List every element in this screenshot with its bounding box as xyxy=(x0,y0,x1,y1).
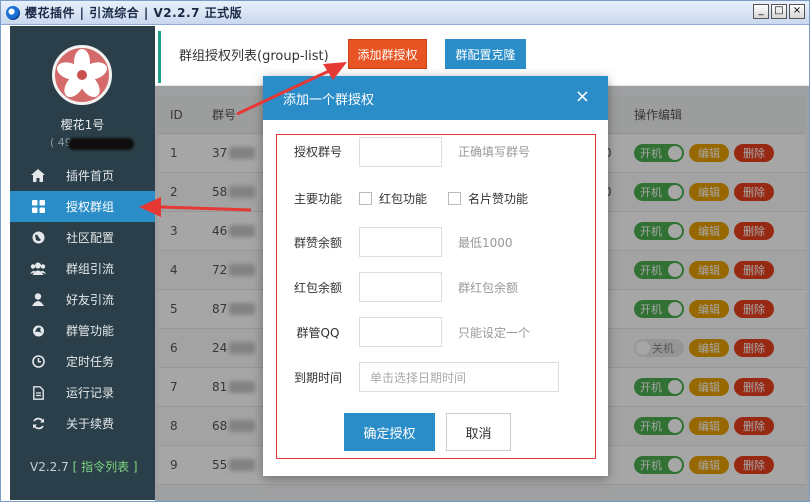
header-accent-bar xyxy=(158,31,161,83)
group-icon xyxy=(30,261,46,277)
expire-datetime-input[interactable]: 单击选择日期时间 xyxy=(359,362,559,392)
minimize-button[interactable]: _ xyxy=(753,4,769,19)
fire-icon xyxy=(30,323,46,339)
close-button[interactable]: × xyxy=(789,4,805,19)
sidebar-item-label: 授权群组 xyxy=(66,200,115,214)
dialog-header: 添加一个群授权 × xyxy=(263,76,608,120)
form-row-expire: 到期时间 单击选择日期时间 xyxy=(277,362,595,392)
user-icon xyxy=(30,292,46,308)
refresh-icon xyxy=(30,416,46,432)
cancel-button[interactable]: 取消 xyxy=(446,413,511,451)
window-controls: _ □ × xyxy=(753,4,805,19)
sidebar-item-home[interactable]: 插件首页 xyxy=(10,160,155,191)
add-group-auth-dialog: 添加一个群授权 × 授权群号 正确填写群号 主要功能 红包功能 名片赞功能 群赞… xyxy=(263,76,608,476)
app-logo-icon xyxy=(6,5,20,20)
sidebar: 樱花1号 ( 49 插件首页 授权群组 社区配置 群组引流 好友引流 群管功能 … xyxy=(10,26,155,500)
form-row-group: 授权群号 正确填写群号 xyxy=(277,135,595,168)
page-title: 群组授权列表(group-list) xyxy=(179,49,329,64)
home-icon xyxy=(30,168,46,184)
version-text: V2.2.7 xyxy=(30,460,69,474)
dialog-form: 授权群号 正确填写群号 主要功能 红包功能 名片赞功能 群赞余额 最低1000 … xyxy=(276,134,596,459)
title-bar: 樱花插件 | 引流综合 | V2.2.7 正式版 _ □ × xyxy=(1,1,809,25)
form-row-admin-qq: 群管QQ 只能设定一个 xyxy=(277,317,595,347)
clock-icon xyxy=(30,354,46,370)
app-window: 樱花插件 | 引流综合 | V2.2.7 正式版 _ □ × 樱花1号 ( 49 xyxy=(0,0,810,502)
admin-qq-label: 群管QQ xyxy=(296,325,340,340)
command-list-link[interactable]: [ 指令列表 ] xyxy=(73,460,138,474)
form-row-red-balance: 红包余额 群红包余额 xyxy=(277,272,595,302)
sidebar-item-friend-traffic[interactable]: 好友引流 xyxy=(10,284,155,315)
sidebar-item-logs[interactable]: 运行记录 xyxy=(10,377,155,408)
sidebar-item-label: 群管功能 xyxy=(66,324,115,338)
like-balance-input[interactable] xyxy=(359,227,442,257)
red-balance-hint: 群红包余额 xyxy=(458,280,519,295)
like-balance-hint: 最低1000 xyxy=(458,235,513,250)
sidebar-item-group-admin[interactable]: 群管功能 xyxy=(10,315,155,346)
admin-qq-hint: 只能设定一个 xyxy=(458,325,531,340)
sidebar-item-label: 群组引流 xyxy=(66,262,115,276)
redpacket-checkbox[interactable] xyxy=(359,191,372,205)
sidebar-nav: 插件首页 授权群组 社区配置 群组引流 好友引流 群管功能 定时任务 运行记录 … xyxy=(10,160,155,439)
sidebar-item-community[interactable]: 社区配置 xyxy=(10,222,155,253)
red-balance-label: 红包余额 xyxy=(293,280,342,295)
like-balance-label: 群赞余额 xyxy=(293,235,342,250)
confirm-auth-button[interactable]: 确定授权 xyxy=(344,413,435,451)
functions-label: 主要功能 xyxy=(293,191,342,206)
admin-qq-input[interactable] xyxy=(359,317,442,347)
likes-checkbox[interactable] xyxy=(448,191,462,205)
group-number-label: 授权群号 xyxy=(293,145,342,159)
sidebar-item-renewal[interactable]: 关于续费 xyxy=(10,408,155,439)
likes-checkbox-label: 名片赞功能 xyxy=(468,191,529,206)
sidebar-item-group-traffic[interactable]: 群组引流 xyxy=(10,253,155,284)
add-group-auth-button[interactable]: 添加群授权 xyxy=(348,39,427,69)
redpacket-checkbox-label: 红包功能 xyxy=(379,191,428,206)
close-icon[interactable]: × xyxy=(575,87,590,107)
window-title: 樱花插件 | 引流综合 | V2.2.7 正式版 xyxy=(25,6,243,20)
sidebar-item-groups[interactable]: 授权群组 xyxy=(10,191,155,222)
red-balance-input[interactable] xyxy=(359,272,442,302)
sidebar-item-label: 运行记录 xyxy=(66,386,115,400)
sidebar-item-label: 好友引流 xyxy=(66,293,115,307)
globe-icon xyxy=(30,230,46,246)
user-id-mask xyxy=(68,138,134,150)
sakura-flower-icon xyxy=(57,49,107,98)
avatar xyxy=(52,45,112,105)
group-number-input[interactable] xyxy=(359,136,442,167)
form-row-functions: 主要功能 红包功能 名片赞功能 xyxy=(277,183,595,213)
maximize-button[interactable]: □ xyxy=(771,4,787,19)
dialog-title: 添加一个群授权 xyxy=(283,92,375,108)
sidebar-item-label: 插件首页 xyxy=(66,169,115,183)
username: 樱花1号 xyxy=(60,118,105,132)
sidebar-item-label: 定时任务 xyxy=(66,355,115,369)
sidebar-item-schedule[interactable]: 定时任务 xyxy=(10,346,155,377)
form-row-like-balance: 群赞余额 最低1000 xyxy=(277,227,595,257)
clone-group-config-button[interactable]: 群配置克隆 xyxy=(445,39,526,69)
file-icon xyxy=(30,385,46,401)
version-footer: V2.2.7 [ 指令列表 ] xyxy=(30,458,138,475)
grid-icon xyxy=(30,199,46,215)
expire-label: 到期时间 xyxy=(293,370,342,385)
sidebar-item-label: 关于续费 xyxy=(66,417,115,431)
group-number-hint: 正确填写群号 xyxy=(458,145,531,159)
sidebar-item-label: 社区配置 xyxy=(66,231,115,245)
